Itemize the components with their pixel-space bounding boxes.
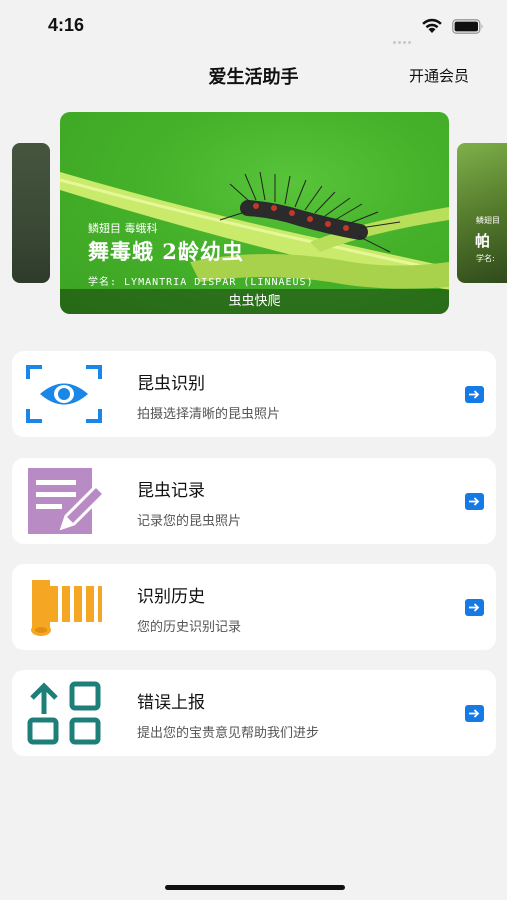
insect-identify-card[interactable]: 昆虫识别 拍摄选择清晰的昆虫照片 — [12, 351, 496, 437]
card-subtitle: 拍摄选择清晰的昆虫照片 — [137, 407, 281, 422]
eye-scan-icon — [26, 365, 102, 423]
insect-record-card[interactable]: 昆虫记录 记录您的昆虫照片 — [12, 458, 496, 544]
card-title: 识别历史 — [137, 587, 205, 607]
carousel-prev-slide[interactable] — [12, 143, 50, 283]
arrow-right-icon[interactable] — [465, 386, 484, 403]
banner-species-name: 舞毒蛾 2龄幼虫 — [88, 239, 244, 264]
report-grid-icon — [27, 681, 101, 745]
error-report-card[interactable]: 错误上报 提出您的宝贵意见帮助我们进步 — [12, 670, 496, 756]
card-title: 昆虫识别 — [137, 374, 205, 394]
banner-scientific-name: 学名: LYMANTRIA DISPAR (LINNAEUS) — [88, 277, 314, 288]
card-subtitle: 您的历史识别记录 — [137, 620, 242, 635]
wifi-icon — [422, 18, 442, 33]
banner-order-family: 鳞翅目 毒蛾科 — [88, 222, 158, 235]
card-subtitle: 记录您的昆虫照片 — [137, 514, 242, 529]
history-scroll-icon — [31, 580, 102, 636]
cellular-signal-icon — [393, 29, 415, 44]
carousel-next-slide[interactable]: 鳞翅目 帕 学名: — [457, 143, 507, 283]
card-title: 错误上报 — [137, 693, 205, 713]
next-slide-name: 帕 — [475, 232, 491, 250]
arrow-right-icon[interactable] — [465, 493, 484, 510]
next-slide-order: 鳞翅目 — [476, 216, 500, 225]
battery-icon — [452, 19, 483, 34]
note-edit-icon — [28, 468, 106, 534]
membership-button[interactable]: 开通会员 — [409, 65, 469, 86]
status-time: 4:16 — [48, 15, 85, 35]
arrow-right-icon[interactable] — [465, 599, 484, 616]
next-slide-sci: 学名: — [476, 254, 495, 263]
card-subtitle: 提出您的宝贵意见帮助我们进步 — [137, 726, 320, 741]
arrow-right-icon[interactable] — [465, 705, 484, 722]
home-indicator[interactable] — [165, 885, 345, 890]
banner-caption: 虫虫快爬 — [60, 289, 449, 314]
banner-slide[interactable]: 鳞翅目 毒蛾科 舞毒蛾 2龄幼虫 学名: LYMANTRIA DISPAR (L… — [60, 112, 449, 314]
identify-history-card[interactable]: 识别历史 您的历史识别记录 — [12, 564, 496, 650]
status-bar: 4:16 — [0, 0, 507, 50]
card-title: 昆虫记录 — [137, 481, 205, 501]
